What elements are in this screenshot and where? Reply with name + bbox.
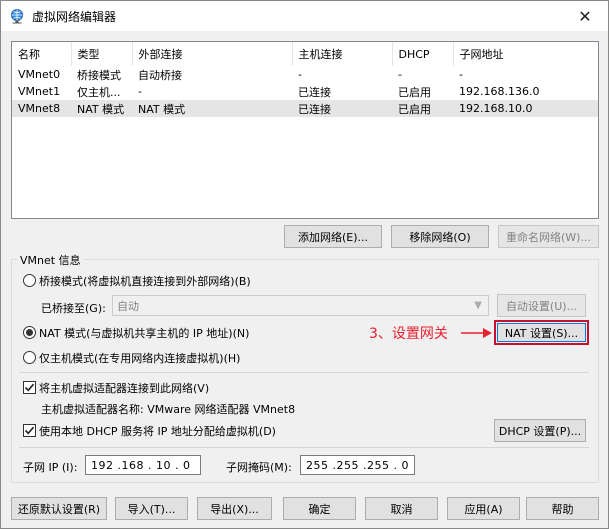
dhcp-settings-button[interactable]: DHCP 设置(P)... (494, 419, 586, 442)
cell: 桥接模式 (77, 68, 121, 82)
close-button[interactable]: ✕ (562, 1, 608, 31)
nat-mode-radio[interactable] (23, 326, 36, 339)
add-network-button[interactable]: 添加网络(E)... (284, 225, 382, 248)
annotation-text: 3、设置网关 (369, 326, 448, 342)
adapter-name-label: 主机虚拟适配器名称: VMware 网络适配器 VMnet8 (41, 403, 296, 416)
cell: 自动桥接 (138, 68, 182, 82)
connect-adapter-label[interactable]: 将主机虚拟适配器连接到此网络(V) (39, 380, 209, 396)
cancel-button[interactable]: 取消 (365, 497, 438, 520)
subnet-mask-input[interactable]: 255 .255 .255 . 0 (300, 455, 415, 475)
host-only-mode-label[interactable]: 仅主机模式(在专用网络内连接虚拟机)(H) (39, 350, 240, 366)
connect-adapter-checkbox[interactable] (23, 381, 36, 394)
cell: 已连接 (298, 85, 331, 99)
cell: VMnet0 (18, 68, 61, 81)
list-header-row: 名称 类型 外部连接 主机连接 DHCP 子网地址 (12, 42, 598, 66)
import-button[interactable]: 导入(T)... (115, 497, 188, 520)
help-button[interactable]: 帮助 (526, 497, 599, 520)
cell: 192.168.10.0 (453, 100, 598, 117)
apply-button[interactable]: 应用(A) (447, 497, 520, 520)
remove-network-button[interactable]: 移除网络(O) (391, 225, 489, 248)
column-header-name[interactable]: 名称 (12, 42, 72, 66)
subnet-mask-label: 子网掩码(M): (226, 461, 292, 474)
cell: 192.168.136.0 (459, 85, 540, 98)
cell: 已连接 (292, 100, 392, 117)
checkmark-icon (24, 426, 35, 435)
column-header-subnet[interactable]: 子网地址 (453, 42, 598, 66)
cell: VMnet1 (18, 85, 61, 98)
title-bar: 虚拟网络编辑器 ✕ (1, 1, 608, 31)
cell: VMnet8 (12, 100, 71, 117)
checkmark-icon (24, 383, 35, 392)
nat-settings-button[interactable]: NAT 设置(S)... (497, 323, 586, 342)
bridged-to-select[interactable]: 自动 ▼ (112, 295, 489, 316)
host-only-mode-radio[interactable] (23, 351, 36, 364)
export-button[interactable]: 导出(X)... (197, 497, 272, 520)
bridged-mode-radio[interactable] (23, 274, 36, 287)
virtual-network-editor-window: 虚拟网络编辑器 ✕ 名称 类型 外部连接 主机连接 DHCP 子网地址 VMne… (0, 0, 609, 529)
cell: 已启用 (398, 85, 431, 99)
table-row-vmnet8[interactable]: VMnet8 NAT 模式 NAT 模式 已连接 已启用 192.168.10.… (12, 100, 598, 117)
subnet-ip-input[interactable]: 192 .168 . 10 . 0 (85, 455, 201, 475)
subnet-ip-value: 192 .168 . 10 . 0 (91, 458, 191, 472)
ok-button[interactable]: 确定 (283, 497, 356, 520)
subnet-ip-label: 子网 IP (I): (23, 461, 78, 474)
dhcp-checkbox[interactable] (23, 424, 36, 437)
cell: 已启用 (392, 100, 453, 117)
bridged-to-label: 已桥接至(G): (41, 302, 106, 315)
auto-settings-button[interactable]: 自动设置(U)... (497, 294, 586, 317)
cell: NAT 模式 (132, 100, 292, 117)
separator (19, 372, 589, 373)
column-header-external[interactable]: 外部连接 (132, 42, 293, 66)
close-icon: ✕ (578, 6, 592, 26)
dhcp-label[interactable]: 使用本地 DHCP 服务将 IP 地址分配给虚拟机(D) (39, 423, 276, 439)
separator (19, 447, 589, 448)
vmnet-info-group (11, 259, 599, 483)
cell: 仅主机... (77, 85, 121, 99)
column-header-dhcp[interactable]: DHCP (392, 42, 454, 66)
table-row-vmnet0[interactable]: VMnet0 桥接模式 自动桥接 - - - (12, 66, 598, 83)
cell: NAT 模式 (71, 100, 132, 117)
column-header-host[interactable]: 主机连接 (292, 42, 393, 66)
bridged-to-value: 自动 (117, 299, 139, 313)
bridged-mode-label[interactable]: 桥接模式(将虚拟机直接连接到外部网络)(B) (39, 273, 251, 289)
network-list[interactable]: 名称 类型 外部连接 主机连接 DHCP 子网地址 VMnet0 桥接模式 自动… (11, 41, 599, 219)
restore-defaults-button[interactable]: 还原默认设置(R) (11, 497, 107, 520)
chevron-down-icon: ▼ (474, 300, 482, 311)
network-globe-icon (11, 9, 23, 24)
vmnet-info-legend: VMnet 信息 (17, 252, 84, 268)
cell: - (398, 68, 402, 81)
column-header-type[interactable]: 类型 (71, 42, 133, 66)
table-row-vmnet1[interactable]: VMnet1 仅主机... - 已连接 已启用 192.168.136.0 (12, 83, 598, 100)
window-title: 虚拟网络编辑器 (32, 10, 117, 24)
subnet-mask-value: 255 .255 .255 . 0 (306, 458, 409, 472)
cell: - (138, 85, 142, 98)
rename-network-button[interactable]: 重命名网络(W)... (498, 225, 599, 248)
nat-mode-label[interactable]: NAT 模式(与虚拟机共享主机的 IP 地址)(N) (39, 325, 249, 341)
arrow-right-icon (461, 328, 492, 338)
cell: - (459, 68, 463, 81)
cell: - (298, 68, 302, 81)
